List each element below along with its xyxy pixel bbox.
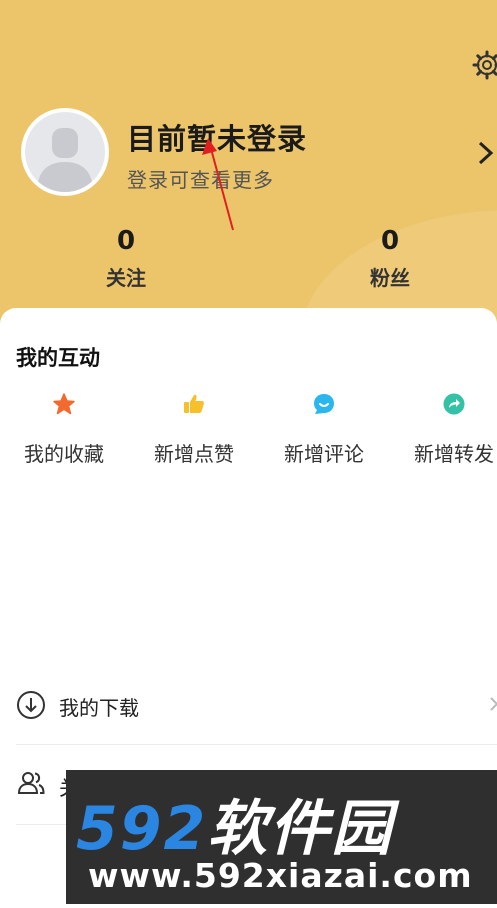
star-icon xyxy=(53,393,75,415)
chevron-right-icon[interactable] xyxy=(476,140,496,166)
interaction-label: 新增评论 xyxy=(284,442,364,466)
download-icon xyxy=(17,691,45,719)
people-icon xyxy=(17,772,45,794)
stat-following[interactable]: 0 关注 xyxy=(66,226,186,291)
section-title-interactions: 我的互动 xyxy=(16,346,100,370)
share-icon xyxy=(443,393,465,415)
annotation-arrow-icon xyxy=(202,138,234,231)
profile-header: 目前暂未登录 登录可查看更多 0 关注 0 粉丝 xyxy=(0,0,497,330)
watermark-url: www.592xiazai.com xyxy=(88,856,473,895)
chevron-right-icon xyxy=(490,697,497,711)
fans-label: 粉丝 xyxy=(370,266,410,290)
avatar[interactable] xyxy=(21,108,109,196)
fans-count: 0 xyxy=(380,226,400,256)
interaction-label: 新增点赞 xyxy=(154,442,234,466)
following-label: 关注 xyxy=(106,266,146,290)
settings-gear-icon[interactable] xyxy=(472,50,497,80)
interaction-likes[interactable]: 新增点赞 xyxy=(134,392,254,467)
menu-item-downloads[interactable]: 我的下载 xyxy=(16,678,497,745)
watermark-brand-text: 软件园 xyxy=(207,794,394,864)
interaction-favorites[interactable]: 我的收藏 xyxy=(4,392,124,467)
interaction-label: 我的收藏 xyxy=(24,442,104,466)
interaction-label: 新增转发 xyxy=(414,442,494,466)
following-count: 0 xyxy=(116,226,136,256)
stat-fans[interactable]: 0 粉丝 xyxy=(330,226,450,291)
menu-item-label: 我的下载 xyxy=(59,696,139,720)
thumbs-up-icon xyxy=(184,394,204,413)
interaction-comments[interactable]: 新增评论 xyxy=(264,392,384,467)
default-user-icon xyxy=(37,128,93,192)
watermark-brand: 592软件园 xyxy=(76,780,393,867)
comment-icon xyxy=(314,394,334,414)
interaction-shares[interactable]: 新增转发 xyxy=(394,392,497,467)
watermark-digits: 592 xyxy=(76,794,208,864)
watermark-banner: 592软件园 www.592xiazai.com xyxy=(66,770,497,904)
